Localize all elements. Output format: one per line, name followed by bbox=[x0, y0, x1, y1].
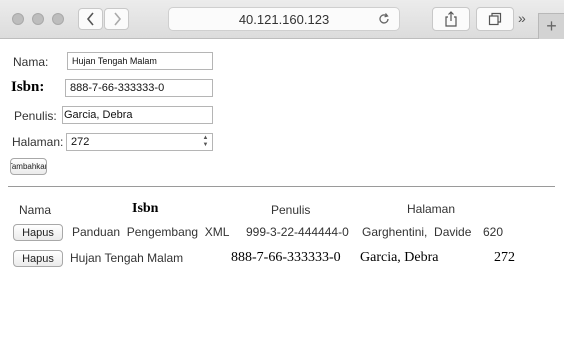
row-1-nama: Panduan Pengembang XML bbox=[72, 225, 230, 239]
nama-input-value: Hujan Tengah Malam bbox=[72, 56, 157, 66]
row-1-penulis: Garghentini, Davide bbox=[362, 225, 472, 239]
tambahkan-button[interactable]: Tambahkan bbox=[10, 158, 47, 175]
hapus-button-label: Hapus bbox=[22, 226, 54, 239]
header-nama: Nama bbox=[19, 203, 52, 217]
penulis-input-value: Garcia, Debra bbox=[64, 109, 133, 121]
isbn-input-value: 888-7-66-333333-0 bbox=[70, 82, 165, 94]
header-isbn: Isbn bbox=[132, 201, 159, 216]
isbn-label: Isbn: bbox=[11, 79, 45, 95]
url-text: 40.121.160.123 bbox=[238, 11, 330, 27]
row-2-nama: Hujan Tengah Malam bbox=[70, 251, 184, 265]
number-stepper-icon[interactable]: ▲ ▼ bbox=[201, 135, 210, 149]
penulis-input[interactable]: Garcia, Debra bbox=[62, 106, 213, 124]
section-divider bbox=[8, 186, 555, 187]
chevron-right-icon bbox=[113, 12, 121, 26]
show-tabs-button[interactable] bbox=[476, 7, 514, 31]
halaman-input[interactable]: 272 ▲ ▼ bbox=[66, 133, 213, 151]
halaman-input-value: 272 bbox=[71, 136, 90, 148]
close-window-button[interactable] bbox=[12, 13, 24, 25]
overflow-chevron-icon[interactable]: » bbox=[518, 10, 526, 26]
hapus-button-label: Hapus bbox=[22, 252, 54, 265]
nama-input[interactable]: Hujan Tengah Malam bbox=[67, 52, 213, 70]
row-2-halaman: 272 bbox=[494, 250, 515, 265]
row-1-isbn: 999-3-22-444444-0 bbox=[246, 225, 349, 239]
zoom-window-button[interactable] bbox=[52, 13, 64, 25]
chevron-left-icon bbox=[86, 12, 94, 26]
browser-toolbar: 40.121.160.123 » + bbox=[0, 0, 564, 39]
isbn-input[interactable]: 888-7-66-333333-0 bbox=[65, 79, 213, 97]
header-halaman: Halaman bbox=[407, 202, 456, 216]
row-1-halaman: 620 bbox=[483, 225, 504, 239]
hapus-button-row-1[interactable]: Hapus bbox=[13, 224, 63, 241]
header-penulis: Penulis bbox=[271, 203, 311, 217]
nama-label: Nama: bbox=[13, 55, 49, 69]
address-bar[interactable]: 40.121.160.123 bbox=[168, 7, 400, 31]
tambahkan-button-label: Tambahkan bbox=[11, 162, 46, 171]
share-button[interactable] bbox=[432, 7, 470, 31]
row-2-penulis: Garcia, Debra bbox=[360, 250, 439, 265]
row-2-isbn: 888-7-66-333333-0 bbox=[231, 250, 341, 265]
tabs-icon bbox=[488, 12, 502, 26]
share-icon bbox=[445, 11, 457, 27]
penulis-label: Penulis: bbox=[14, 109, 57, 123]
plus-icon: + bbox=[546, 16, 557, 36]
minimize-window-button[interactable] bbox=[32, 13, 44, 25]
reload-icon[interactable] bbox=[377, 12, 391, 26]
forward-button[interactable] bbox=[104, 8, 129, 30]
back-button[interactable] bbox=[78, 8, 103, 30]
hapus-button-row-2[interactable]: Hapus bbox=[13, 250, 63, 267]
new-tab-button[interactable]: + bbox=[538, 13, 564, 39]
halaman-label: Halaman: bbox=[12, 135, 64, 149]
